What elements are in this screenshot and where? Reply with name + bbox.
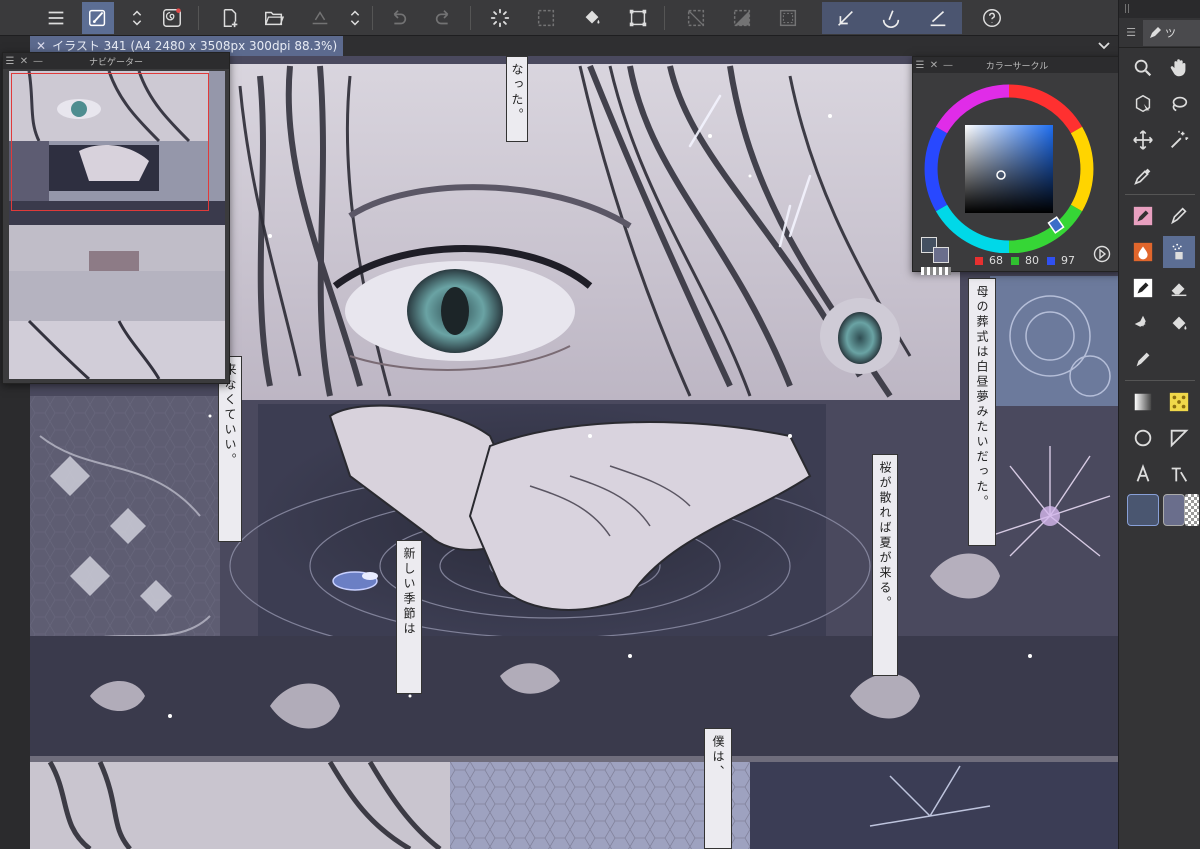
- close-icon[interactable]: ✕: [17, 56, 31, 67]
- tool-palette-top: ||: [1119, 0, 1200, 18]
- selection-border-icon[interactable]: [772, 2, 804, 34]
- green-channel-indicator: [1011, 257, 1019, 265]
- undo-icon[interactable]: [382, 2, 414, 34]
- caption-text: 新しい季節は: [402, 547, 416, 637]
- tab-tools-label: ツ: [1165, 26, 1176, 40]
- navigator-panel: ☰ ✕ — ナビゲーター: [2, 52, 230, 384]
- caption-plate: 母の葬式は白昼夢みたいだった。: [968, 278, 996, 546]
- new-file-icon[interactable]: [214, 2, 246, 34]
- balloon-icon[interactable]: [1163, 458, 1195, 490]
- caption-text: 母の葬式は白昼夢みたいだった。: [975, 285, 989, 510]
- caption-text: 僕は、: [711, 735, 725, 780]
- transform-icon[interactable]: [622, 2, 654, 34]
- color-circle-header: ☰ ✕ — カラーサークル: [913, 57, 1121, 73]
- eraser-icon[interactable]: [1163, 272, 1195, 304]
- navigator-header: ☰ ✕ — ナビゲーター: [3, 53, 229, 69]
- tool-palette: || ☰ ツ: [1118, 0, 1200, 849]
- red-value: 68: [989, 254, 1003, 267]
- color-circle-panel: ☰ ✕ — カラーサークル 68 80 97: [912, 56, 1122, 275]
- green-value: 80: [1025, 254, 1039, 267]
- swap-arrows-icon[interactable]: [128, 2, 146, 34]
- save-icon[interactable]: [304, 2, 336, 34]
- open-folder-icon[interactable]: [258, 2, 290, 34]
- blue-channel-indicator: [1047, 257, 1055, 265]
- brush-icon[interactable]: [1127, 236, 1159, 268]
- main-color-tool[interactable]: [1127, 494, 1159, 526]
- frame-border-icon[interactable]: [1163, 422, 1195, 454]
- blend-icon[interactable]: [1127, 308, 1159, 340]
- gradient-icon[interactable]: [1127, 386, 1159, 418]
- invert-selection-icon[interactable]: [726, 2, 758, 34]
- hue-ring[interactable]: [913, 73, 1121, 253]
- caption-plate: 桜が散れば夏が来る。: [872, 454, 898, 676]
- lasso-icon[interactable]: [1163, 88, 1195, 120]
- select-all-icon[interactable]: [530, 2, 562, 34]
- color-circle-body: [913, 73, 1121, 275]
- red-channel-indicator: [975, 257, 983, 265]
- top-toolbar: [0, 0, 1118, 36]
- text-icon[interactable]: [1127, 458, 1159, 490]
- swap-arrows-icon[interactable]: [346, 2, 364, 34]
- menu-icon[interactable]: ☰: [3, 56, 17, 67]
- ellipse-icon[interactable]: [1127, 422, 1159, 454]
- hand-icon[interactable]: [1163, 52, 1195, 84]
- vector-pen-icon[interactable]: [1127, 344, 1159, 376]
- help-icon[interactable]: [976, 2, 1008, 34]
- menu-icon[interactable]: ☰: [1119, 26, 1143, 39]
- pen-icon: [1150, 26, 1161, 38]
- pencil-icon[interactable]: [1163, 200, 1195, 232]
- magic-wand-icon[interactable]: [1163, 124, 1195, 156]
- menu-icon[interactable]: ☰: [913, 60, 927, 71]
- redo-icon[interactable]: [428, 2, 460, 34]
- spiral-icon[interactable]: [156, 2, 188, 34]
- eyedropper-icon[interactable]: [1127, 160, 1159, 192]
- loading-dots-icon[interactable]: [484, 2, 516, 34]
- minimize-icon[interactable]: —: [31, 56, 45, 67]
- tab-tools[interactable]: ツ: [1143, 19, 1200, 46]
- navigator-thumbnail[interactable]: [9, 71, 225, 379]
- decoration-icon[interactable]: [1127, 272, 1159, 304]
- caption-plate: 僕は、: [704, 728, 732, 849]
- tool-palette-tabs: ☰ ツ: [1119, 18, 1200, 48]
- airbrush-icon[interactable]: [1163, 236, 1195, 268]
- blue-value: 97: [1061, 254, 1075, 267]
- special-ruler-snap-icon[interactable]: [868, 2, 914, 34]
- grid-snap-icon[interactable]: [914, 2, 962, 34]
- transparent-color-tool[interactable]: [1185, 494, 1199, 526]
- sub-color-tool[interactable]: [1163, 494, 1185, 526]
- caption-plate: なった。: [506, 56, 528, 142]
- fill-icon[interactable]: [576, 2, 608, 34]
- sub-color-swatch[interactable]: [933, 247, 949, 263]
- grip-icon[interactable]: ||: [1119, 4, 1135, 14]
- menu-icon[interactable]: [40, 2, 72, 34]
- move-icon[interactable]: [1127, 124, 1159, 156]
- brush-settings-icon[interactable]: [82, 2, 114, 34]
- transparent-color-swatch[interactable]: [921, 267, 951, 275]
- caption-plate: 新しい季節は: [396, 540, 422, 694]
- caption-text: 桜が散れば夏が来る。: [878, 461, 892, 611]
- zoom-icon[interactable]: [1127, 52, 1159, 84]
- clip-studio-window: ✕ イラスト 341 (A4 2480 x 3508px 300dpi 88.3…: [0, 0, 1200, 849]
- chevron-down-icon[interactable]: [1096, 38, 1112, 54]
- play-icon[interactable]: [1093, 245, 1111, 263]
- clear-selection-icon[interactable]: [680, 2, 712, 34]
- ruler-snap-icon[interactable]: [822, 2, 868, 34]
- object-select-icon[interactable]: [1127, 88, 1159, 120]
- close-icon[interactable]: ✕: [927, 60, 941, 71]
- pattern-icon[interactable]: [1163, 386, 1195, 418]
- pen-tool-icon[interactable]: [1127, 200, 1159, 232]
- fill-bucket-icon[interactable]: [1163, 308, 1195, 340]
- minimize-icon[interactable]: —: [941, 60, 955, 71]
- navigator-view-frame[interactable]: [11, 73, 209, 211]
- caption-text: なった。: [510, 63, 524, 123]
